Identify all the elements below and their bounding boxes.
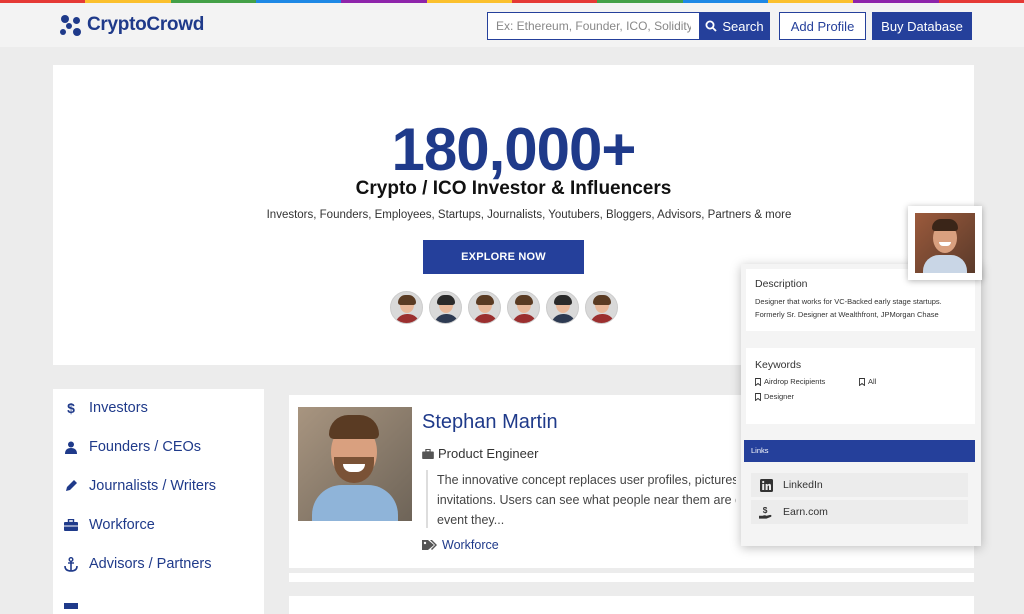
- link-linkedin[interactable]: LinkedIn: [751, 473, 968, 497]
- sidebar-item-label: Founders / CEOs: [89, 439, 202, 455]
- profile-detail-popup: Description Designer that works for VC-B…: [741, 264, 981, 546]
- logo-text: CryptoCrowd: [87, 14, 205, 35]
- search-button[interactable]: Search: [699, 12, 770, 40]
- bookmark-icon: [859, 377, 865, 386]
- bookmark-icon: [755, 392, 761, 401]
- profile-description-line: The innovative concept replaces user pro…: [437, 473, 736, 487]
- hero-avatar[interactable]: [429, 291, 462, 324]
- anchor-icon: [63, 556, 79, 572]
- sidebar-item-investors[interactable]: $ Investors: [53, 393, 264, 423]
- earn-icon: $: [759, 505, 773, 519]
- category-sidebar: $ Investors Founders / CEOs Journalists …: [53, 389, 264, 614]
- popup-avatar[interactable]: [908, 206, 982, 280]
- briefcase-icon: [63, 517, 79, 533]
- profile-card-next: [289, 573, 974, 582]
- hero-avatar[interactable]: [507, 291, 540, 324]
- popup-links-heading: Links: [744, 440, 975, 462]
- sidebar-item-label: Journalists / Writers: [89, 478, 217, 494]
- profile-tag-label: Workforce: [442, 538, 499, 552]
- sidebar-item-label: Investors: [89, 400, 148, 416]
- linkedin-icon: [759, 478, 773, 492]
- hero-subtitle: Investors, Founders, Employees, Startups…: [266, 209, 792, 221]
- logo-network-icon: [59, 13, 83, 37]
- buy-database-button[interactable]: Buy Database: [872, 12, 972, 40]
- profile-role: Product Engineer: [422, 446, 538, 461]
- sidebar-item-more[interactable]: [53, 588, 264, 614]
- hero-avatar[interactable]: [468, 291, 501, 324]
- add-profile-button[interactable]: Add Profile: [779, 12, 866, 40]
- sidebar-item-workforce[interactable]: Workforce: [53, 510, 264, 540]
- keyword-item[interactable]: Airdrop Recipients: [755, 377, 825, 386]
- search-bar: Search: [487, 12, 770, 40]
- popup-description-line: Designer that works for VC-Backed early …: [755, 297, 942, 306]
- search-button-label: Search: [722, 18, 764, 34]
- search-input[interactable]: [487, 12, 699, 40]
- profile-description-line: invitations. Users can see what people n…: [437, 493, 736, 507]
- hero-avatar-row: [390, 291, 618, 324]
- tags-icon: [422, 540, 437, 550]
- popup-keywords-section: Keywords Airdrop Recipients All Designer: [746, 348, 975, 424]
- bookmark-icon: [755, 377, 761, 386]
- site-logo[interactable]: CryptoCrowd: [59, 13, 204, 37]
- profile-card-next: [289, 596, 974, 614]
- hero-avatar[interactable]: [546, 291, 579, 324]
- briefcase-icon: [422, 448, 434, 459]
- keyword-item[interactable]: All: [859, 377, 876, 386]
- profile-description: The innovative concept replaces user pro…: [426, 470, 736, 528]
- hero-avatar[interactable]: [585, 291, 618, 324]
- explore-now-button[interactable]: EXPLORE NOW: [423, 240, 584, 274]
- link-earn[interactable]: $ Earn.com: [751, 500, 968, 524]
- hero-count: 180,000+: [391, 116, 637, 183]
- dollar-icon: $: [67, 400, 75, 416]
- profile-role-label: Product Engineer: [438, 446, 539, 461]
- keyword-label: All: [868, 377, 877, 386]
- sidebar-item-advisors[interactable]: Advisors / Partners: [53, 549, 264, 579]
- sidebar-item-label: Workforce: [89, 517, 155, 533]
- search-icon: [705, 20, 718, 32]
- keyword-item[interactable]: Designer: [755, 392, 794, 401]
- popup-description-line: Formerly Sr. Designer at Wealthfront, JP…: [755, 310, 939, 319]
- link-label: Earn.com: [783, 506, 828, 518]
- link-label: LinkedIn: [783, 479, 823, 491]
- list-icon: [63, 595, 79, 611]
- profile-tag[interactable]: Workforce: [422, 538, 499, 552]
- profile-description-line: event they...: [437, 513, 505, 527]
- keyword-label: Airdrop Recipients: [764, 377, 826, 386]
- user-icon: [63, 439, 79, 455]
- sidebar-item-founders[interactable]: Founders / CEOs: [53, 432, 264, 462]
- profile-name[interactable]: Stephan Martin: [422, 411, 558, 434]
- popup-keywords-heading: Keywords: [755, 359, 802, 371]
- svg-text:$: $: [763, 505, 768, 515]
- sidebar-item-journalists[interactable]: Journalists / Writers: [53, 471, 264, 501]
- sidebar-item-label: Advisors / Partners: [89, 556, 212, 572]
- popup-description-heading: Description: [755, 278, 808, 290]
- site-header: CryptoCrowd Search Add Profile Buy Datab…: [0, 3, 1024, 47]
- pen-icon: [63, 478, 79, 494]
- hero-title: Crypto / ICO Investor & Influencers: [355, 178, 672, 199]
- keyword-label: Designer: [764, 392, 795, 401]
- hero-avatar[interactable]: [390, 291, 423, 324]
- profile-photo[interactable]: [298, 407, 412, 521]
